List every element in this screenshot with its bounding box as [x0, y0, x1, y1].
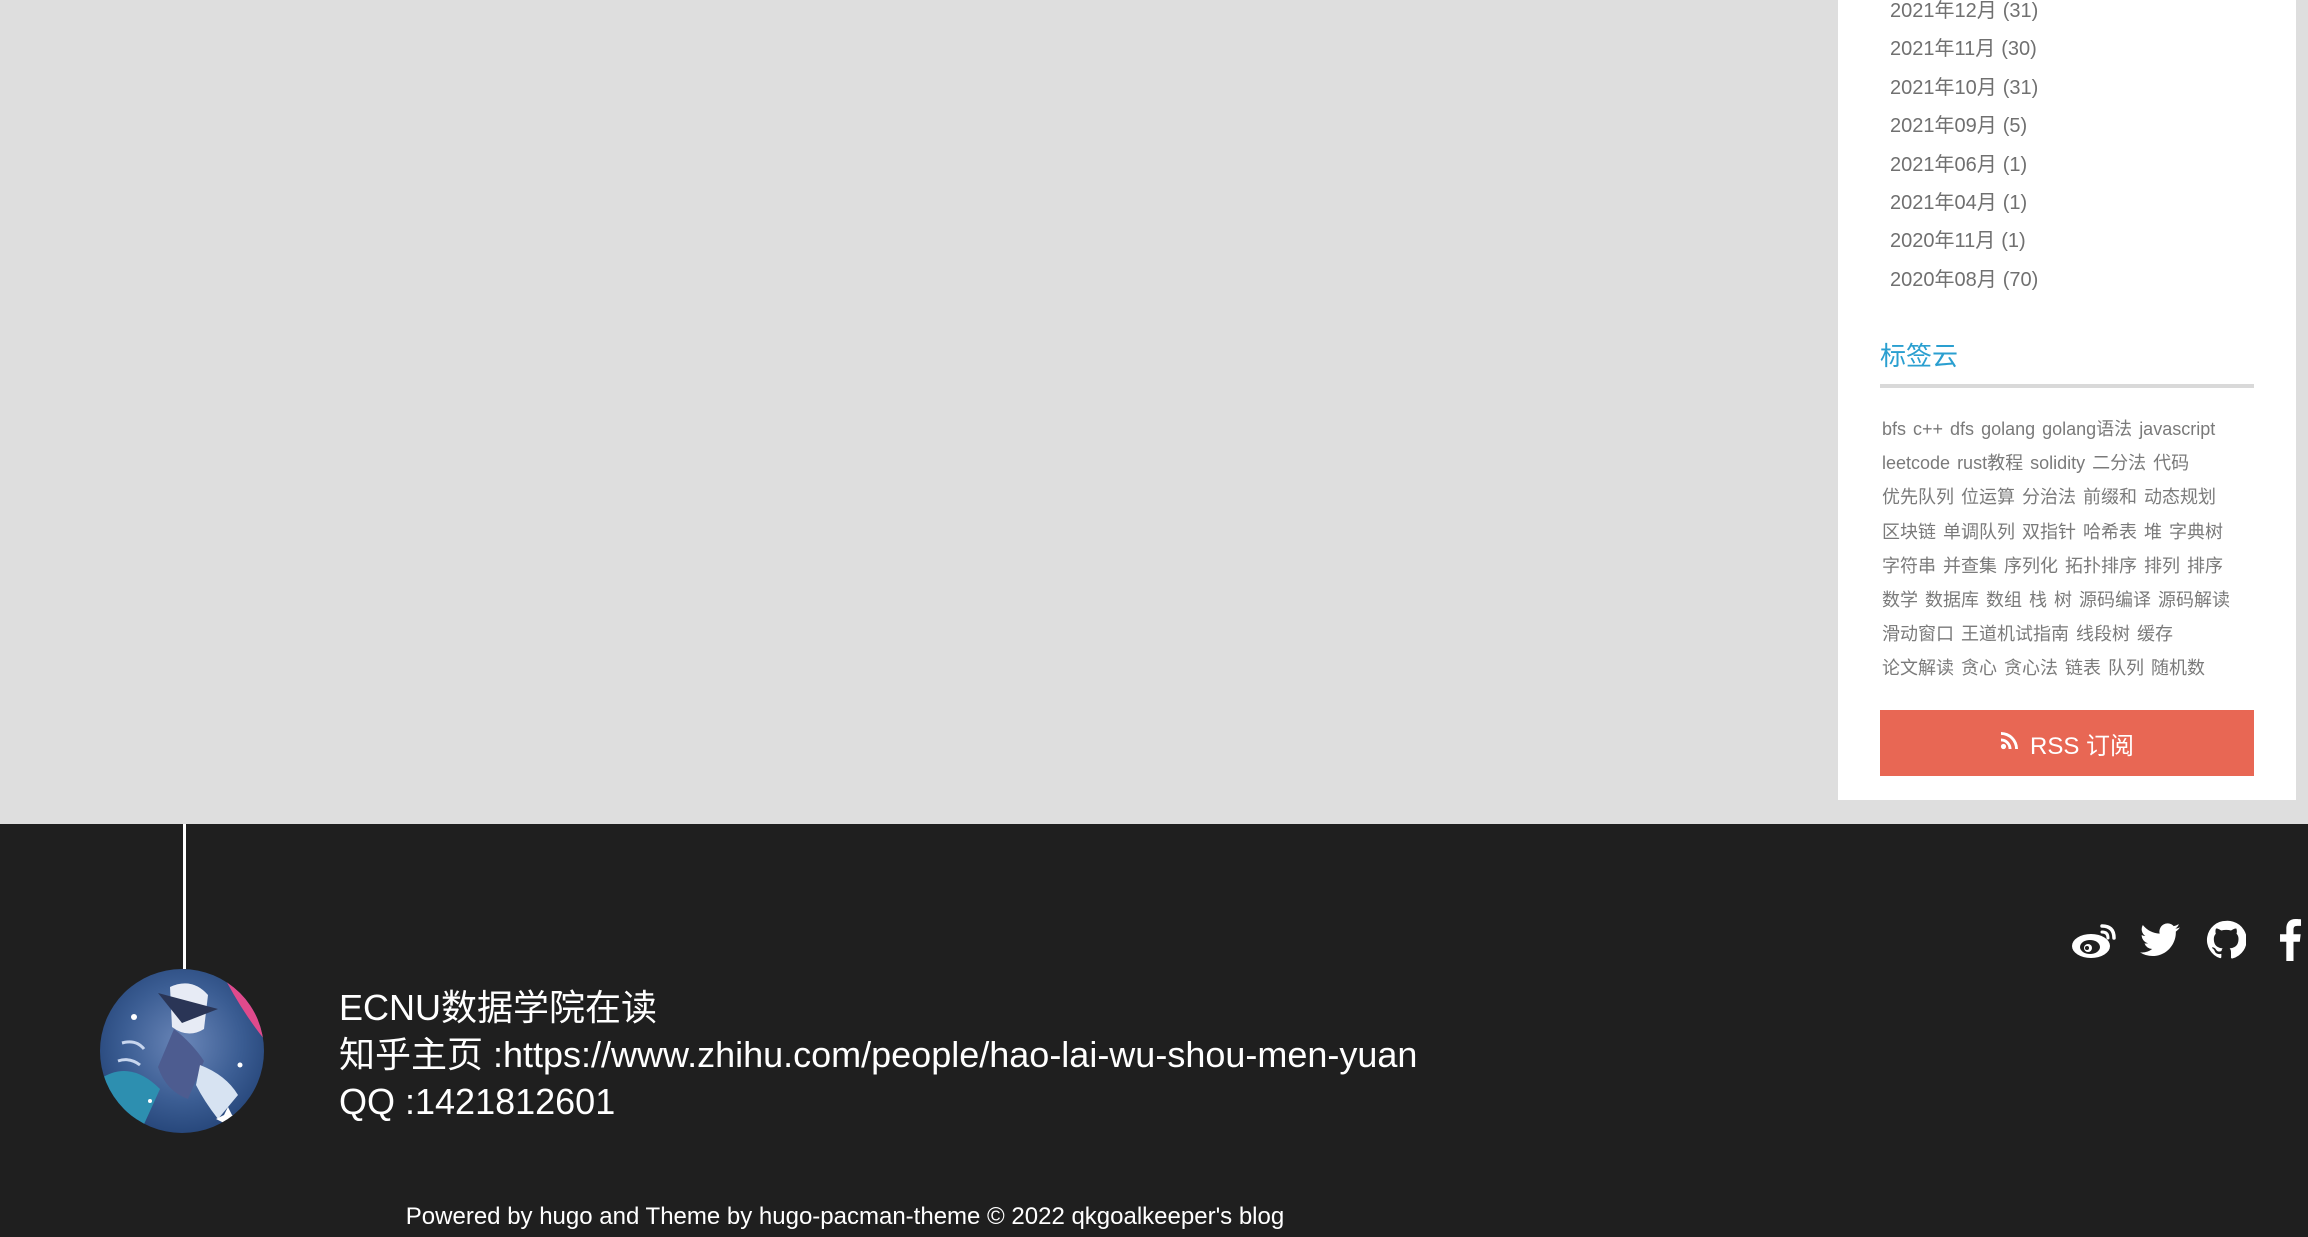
copyright-text: Powered by hugo and Theme by hugo-pacman…: [405, 1203, 1285, 1230]
archive-count: (31): [2002, 76, 2039, 99]
archive-item[interactable]: 2020年08月 (70): [1890, 261, 2038, 299]
tag-link[interactable]: 位运算: [1961, 480, 2015, 514]
twitter-icon[interactable]: [2134, 914, 2186, 966]
archive-count: (1): [2002, 153, 2028, 176]
tag-line: 字符串 并查集 序列化 拓扑排序 排列 排序: [1882, 549, 2254, 583]
archive-count: (1): [2001, 230, 2026, 253]
tag-cloud: bfs c++ dfs golang golang语法 javascript leetcod…: [1882, 412, 2254, 686]
archive-month[interactable]: 2020年11月: [1890, 230, 1995, 252]
tag-cloud-divider: [1880, 384, 2254, 388]
tag-link[interactable]: 序列化: [2004, 549, 2058, 583]
tag-link[interactable]: 排列: [2144, 549, 2180, 583]
archive-count: (70): [2002, 268, 2039, 291]
rss-label: RSS 订阅: [2029, 732, 2134, 760]
facebook-icon[interactable]: [2264, 914, 2308, 966]
archive-item[interactable]: 2020年11月 (1): [1890, 222, 2038, 260]
archive-month[interactable]: 2021年06月: [1890, 154, 1997, 176]
tag-link[interactable]: 缓存: [2137, 617, 2173, 651]
bio-line-school: ECNU数据学院在读: [339, 987, 658, 1028]
bio-line-qq: QQ :1421812601: [339, 1081, 616, 1122]
archive-item[interactable]: 2021年06月 (1): [1890, 146, 2038, 184]
tag-link[interactable]: 链表: [2065, 651, 2101, 685]
tag-link[interactable]: golang: [1981, 412, 2035, 446]
tag-link[interactable]: 源码编译: [2079, 583, 2151, 617]
archive-list: 2021年12月 (31) 2021年11月 (30) 2021年10月 (31) 2…: [1890, 0, 2038, 299]
tag-line: 区块链 单调队列 双指针 哈希表堆字典树: [1882, 515, 2254, 549]
tag-link[interactable]: 树: [2054, 583, 2072, 617]
archive-month[interactable]: 2021年10月: [1890, 77, 1997, 99]
tag-link[interactable]: 拓扑排序: [2065, 549, 2137, 583]
tag-link[interactable]: 堆: [2144, 515, 2162, 549]
tag-link[interactable]: 二分法: [2092, 446, 2146, 480]
archive-month[interactable]: 2021年12月: [1890, 0, 1997, 22]
rss-icon: [2000, 729, 2030, 757]
tag-link[interactable]: dfs: [1950, 412, 1974, 446]
tag-line: bfs c++ dfs golang golang语法 javascript: [1882, 412, 2254, 446]
tag-link[interactable]: 排序: [2187, 549, 2223, 583]
archive-count: (31): [2002, 0, 2039, 22]
tag-link[interactable]: 线段树: [2076, 617, 2130, 651]
footer: ECNU数据学院在读 知乎主页 :https://www.zhihu.com/p…: [0, 824, 2308, 1237]
archive-item[interactable]: 2021年09月 (5): [1890, 107, 2038, 145]
tag-line: leetcode rust教程 solidity 二分法 代码: [1882, 446, 2254, 480]
archive-item[interactable]: 2021年11月 (30): [1890, 30, 2038, 68]
tag-link[interactable]: 动态规划: [2144, 480, 2216, 514]
weibo-icon[interactable]: [2068, 914, 2120, 966]
tag-link[interactable]: solidity: [2030, 446, 2085, 480]
author-bio: ECNU数据学院在读 知乎主页 :https://www.zhihu.com/p…: [339, 984, 1417, 1125]
github-icon[interactable]: [2200, 914, 2252, 966]
tag-link[interactable]: 单调队列: [1943, 515, 2015, 549]
tag-link[interactable]: 双指针: [2022, 515, 2076, 549]
rss-subscribe-button[interactable]: RSS 订阅: [1880, 710, 2254, 776]
tag-link[interactable]: 区块链: [1882, 515, 1936, 549]
tag-link[interactable]: 分治法: [2022, 480, 2076, 514]
page: 2021年12月 (31) 2021年11月 (30) 2021年10月 (31) 2…: [0, 0, 2308, 1237]
bio-line-zhihu[interactable]: 知乎主页 :https://www.zhihu.com/people/hao-l…: [339, 1031, 1417, 1078]
tag-link[interactable]: 栈: [2029, 583, 2047, 617]
tag-link[interactable]: golang语法: [2042, 412, 2132, 446]
tag-link[interactable]: 论文解读: [1882, 651, 1954, 685]
avatar: [100, 969, 264, 1133]
archive-month[interactable]: 2021年11月: [1890, 38, 1995, 60]
tag-link[interactable]: 数组: [1986, 583, 2022, 617]
tag-link[interactable]: 队列: [2108, 651, 2144, 685]
tag-link[interactable]: 哈希表: [2083, 515, 2137, 549]
tag-link[interactable]: leetcode: [1882, 446, 1950, 480]
tag-link[interactable]: 并查集: [1943, 549, 1997, 583]
social-links: [2068, 914, 2308, 974]
tag-link[interactable]: 前缀和: [2083, 480, 2137, 514]
archive-item[interactable]: 2021年04月 (1): [1890, 184, 2038, 222]
tag-link[interactable]: bfs: [1882, 412, 1906, 446]
sidebar: 2021年12月 (31) 2021年11月 (30) 2021年10月 (31) 2…: [1838, 0, 2296, 800]
tag-link[interactable]: 代码: [2153, 446, 2189, 480]
tag-link[interactable]: 随机数: [2151, 651, 2205, 685]
archive-count: (30): [2001, 38, 2037, 61]
tag-line: 滑动窗口 王道机试指南 线段树 缓存: [1882, 617, 2254, 651]
archive-count: (1): [2002, 191, 2028, 214]
tag-link[interactable]: 王道机试指南: [1961, 617, 2069, 651]
tag-link[interactable]: 数据库: [1925, 583, 1979, 617]
tag-cloud-title: 标签云: [1880, 341, 1959, 371]
avatar-string: [183, 824, 186, 969]
archive-month[interactable]: 2020年08月: [1890, 269, 1997, 291]
tag-link[interactable]: 优先队列: [1882, 480, 1954, 514]
tag-line: 优先队列 位运算 分治法 前缀和 动态规划: [1882, 480, 2254, 514]
archive-count: (5): [2002, 115, 2028, 138]
tag-line: 数学 数据库 数组栈树源码编译 源码解读: [1882, 583, 2254, 617]
archive-item[interactable]: 2021年10月 (31): [1890, 69, 2038, 107]
tag-link[interactable]: 滑动窗口: [1882, 617, 1954, 651]
tag-link[interactable]: javascript: [2139, 412, 2215, 446]
archive-item[interactable]: 2021年12月 (31): [1890, 0, 2038, 30]
tag-line: 论文解读 贪心 贪心法 链表 队列 随机数: [1882, 651, 2254, 685]
tag-link[interactable]: c++: [1913, 412, 1943, 446]
tag-link[interactable]: 字典树: [2169, 515, 2223, 549]
tag-link[interactable]: 贪心法: [2004, 651, 2058, 685]
tag-link[interactable]: 数学: [1882, 583, 1918, 617]
tag-link[interactable]: 字符串: [1882, 549, 1936, 583]
archive-month[interactable]: 2021年04月: [1890, 192, 1997, 214]
tag-link[interactable]: 源码解读: [2158, 583, 2230, 617]
archive-month[interactable]: 2021年09月: [1890, 115, 1997, 137]
tag-link[interactable]: 贪心: [1961, 651, 1997, 685]
tag-link[interactable]: rust教程: [1957, 446, 2023, 480]
